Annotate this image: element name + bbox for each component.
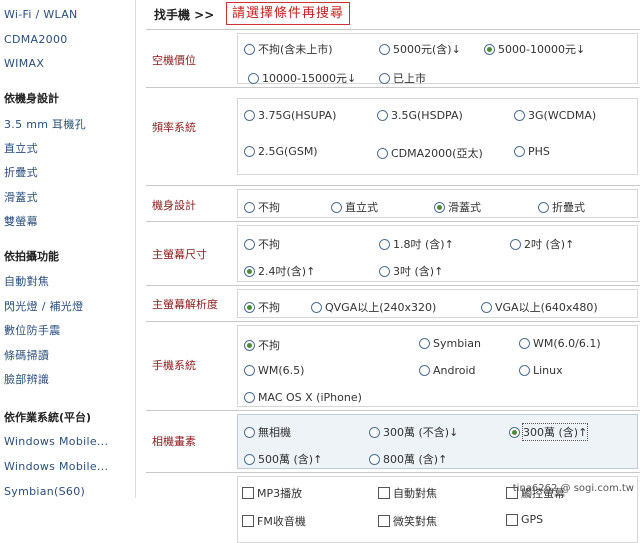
radio-os-symbian[interactable]: Symbian <box>419 337 481 350</box>
filter-options-screen-size: 不拘 1.8吋 (含)↑ 2吋 (含)↑ 2.4吋(含)↑ 3吋 (含)↑ <box>237 225 638 282</box>
radio-screen-1-8[interactable]: 1.8吋 (含)↑ <box>379 236 454 252</box>
filter-options-band: 3.75G(HSUPA) 3.5G(HSDPA) 3G(WCDMA) 2.5G(… <box>237 98 638 175</box>
radio-band-hsdpa[interactable]: 3.5G(HSDPA) <box>377 109 463 122</box>
sidebar-item-wimax[interactable]: WIMAX <box>4 57 44 70</box>
checkbox-gps[interactable]: GPS <box>506 513 543 526</box>
filter-row-camera: 相機畫素 無相機 300萬 (不含)↓ 300萬 (含)↑ 500萬 (含)↑ … <box>146 411 640 473</box>
sidebar-item-stabilizer[interactable]: 數位防手震 <box>4 322 61 338</box>
radio-band-cdma2000[interactable]: CDMA2000(亞太) <box>377 145 483 161</box>
filter-options-camera: 無相機 300萬 (不含)↓ 300萬 (含)↑ 500萬 (含)↑ 800萬 … <box>237 414 638 469</box>
radio-price-5000-10000[interactable]: 5000-10000元↓ <box>484 41 585 57</box>
checkbox-mp3[interactable]: MP3播放 <box>242 485 302 501</box>
filter-label-camera: 相機畫素 <box>152 435 196 448</box>
radio-design-slider[interactable]: 滑蓋式 <box>434 199 481 215</box>
radio-resolution-qvga[interactable]: QVGA以上(240x320) <box>311 299 436 315</box>
radio-os-linux[interactable]: Linux <box>519 364 563 377</box>
sidebar-item-autofocus[interactable]: 自動對焦 <box>4 273 49 289</box>
sidebar-item-cdma2000[interactable]: CDMA2000 <box>4 33 68 46</box>
sidebar-heading-design: 依機身設計 <box>4 92 59 105</box>
sidebar-item-face-detect[interactable]: 臉部辨識 <box>4 371 49 387</box>
filter-row-band: 頻率系統 3.75G(HSUPA) 3.5G(HSDPA) 3G(WCDMA) … <box>146 88 640 186</box>
search-notice: 請選擇條件再搜尋 <box>226 2 351 25</box>
radio-camera-5mp[interactable]: 500萬 (含)↑ <box>244 451 322 467</box>
watermark: tina6262 @ sogi.com.tw <box>512 483 634 494</box>
radio-os-macosx[interactable]: MAC OS X (iPhone) <box>244 391 362 404</box>
radio-os-wm65[interactable]: WM(6.5) <box>244 364 304 377</box>
filter-row-os: 手機系統 不拘 Symbian WM(6.0/6.1) WM(6.5) Andr… <box>146 322 640 411</box>
radio-design-any[interactable]: 不拘 <box>244 199 280 215</box>
radio-price-10000-15000[interactable]: 10000-15000元↓ <box>248 70 356 86</box>
sidebar-item-bar[interactable]: 直立式 <box>4 140 38 156</box>
filter-row-price: 空機價位 不拘(含未上市) 5000元(含)↓ 5000-10000元↓ 100… <box>146 30 640 88</box>
sidebar-item-windows-mobile-1[interactable]: Windows Mobile... <box>4 435 108 448</box>
checkbox-smile-focus[interactable]: 微笑對焦 <box>378 513 437 529</box>
checkbox-autofocus[interactable]: 自動對焦 <box>378 485 437 501</box>
sidebar-item-barcode[interactable]: 條碼掃讀 <box>4 347 49 363</box>
filter-row-features: MP3播放 自動對焦 觸控螢幕 FM收音機 微笑對焦 GPS <box>146 473 640 543</box>
filter-label-price: 空機價位 <box>152 54 196 67</box>
filter-panel: 空機價位 不拘(含未上市) 5000元(含)↓ 5000-10000元↓ 100… <box>146 29 640 543</box>
radio-band-phs[interactable]: PHS <box>514 145 550 158</box>
filter-label-screen-size: 主螢幕尺寸 <box>152 248 207 261</box>
radio-camera-under-3mp[interactable]: 300萬 (不含)↓ <box>369 424 458 440</box>
sidebar-heading-camera: 依拍攝功能 <box>4 250 59 263</box>
radio-os-any[interactable]: 不拘 <box>244 337 280 353</box>
sidebar-item-symbian[interactable]: Symbian(S60) <box>4 485 85 498</box>
radio-resolution-any[interactable]: 不拘 <box>244 299 280 315</box>
radio-design-bar[interactable]: 直立式 <box>331 199 378 215</box>
radio-price-under-5000[interactable]: 5000元(含)↓ <box>379 41 461 57</box>
checkbox-fm-radio[interactable]: FM收音機 <box>242 513 306 529</box>
sidebar-item-headphone-jack[interactable]: 3.5 mm 耳機孔 <box>4 116 86 132</box>
radio-band-hsupa[interactable]: 3.75G(HSUPA) <box>244 109 336 122</box>
radio-band-wcdma[interactable]: 3G(WCDMA) <box>514 109 596 122</box>
filter-label-band: 頻率系統 <box>152 121 196 134</box>
radio-os-wm61[interactable]: WM(6.0/6.1) <box>519 337 601 350</box>
radio-price-any[interactable]: 不拘(含未上市) <box>244 41 333 57</box>
radio-band-gsm[interactable]: 2.5G(GSM) <box>244 145 318 158</box>
filter-label-resolution: 主螢幕解析度 <box>152 298 218 311</box>
filter-label-os: 手機系統 <box>152 359 196 372</box>
sidebar-item-flip[interactable]: 折疊式 <box>4 164 38 180</box>
sidebar-item-slider[interactable]: 滑蓋式 <box>4 189 38 205</box>
radio-resolution-vga[interactable]: VGA以上(640x480) <box>481 299 598 315</box>
radio-camera-8mp[interactable]: 800萬 (含)↑ <box>369 451 447 467</box>
page-header: 找手機 >> 請選擇條件再搜尋 <box>146 0 640 30</box>
radio-os-android[interactable]: Android <box>419 364 476 377</box>
sidebar-item-dual-screen[interactable]: 雙螢幕 <box>4 213 38 229</box>
sidebar-item-wifi[interactable]: Wi-Fi / WLAN <box>4 8 78 21</box>
sidebar-item-flash[interactable]: 閃光燈 / 補光燈 <box>4 298 83 314</box>
sidebar: Wi-Fi / WLAN CDMA2000 WIMAX 依機身設計 3.5 mm… <box>0 0 136 498</box>
radio-screen-3[interactable]: 3吋 (含)↑ <box>379 263 443 279</box>
sidebar-item-windows-mobile-2[interactable]: Windows Mobile... <box>4 460 108 473</box>
filter-options-design: 不拘 直立式 滑蓋式 折疊式 <box>237 189 638 218</box>
filter-options-os: 不拘 Symbian WM(6.0/6.1) WM(6.5) Android L… <box>237 325 638 407</box>
radio-screen-2[interactable]: 2吋 (含)↑ <box>510 236 574 252</box>
filter-row-resolution: 主螢幕解析度 不拘 QVGA以上(240x320) VGA以上(640x480) <box>146 286 640 322</box>
breadcrumb-title: 找手機 >> <box>154 8 215 22</box>
radio-camera-none[interactable]: 無相機 <box>244 424 291 440</box>
filter-row-screen-size: 主螢幕尺寸 不拘 1.8吋 (含)↑ 2吋 (含)↑ 2.4吋(含)↑ 3吋 (… <box>146 222 640 286</box>
filter-options-price: 不拘(含未上市) 5000元(含)↓ 5000-10000元↓ 10000-15… <box>237 33 638 86</box>
sidebar-heading-os: 依作業系統(平台) <box>4 411 92 424</box>
filter-row-design: 機身設計 不拘 直立式 滑蓋式 折疊式 <box>146 186 640 222</box>
radio-camera-3mp[interactable]: 300萬 (含)↑ <box>509 423 589 441</box>
filter-label-design: 機身設計 <box>152 199 196 212</box>
radio-design-flip[interactable]: 折疊式 <box>538 199 585 215</box>
radio-screen-any[interactable]: 不拘 <box>244 236 280 252</box>
radio-screen-2-4[interactable]: 2.4吋(含)↑ <box>244 263 315 279</box>
filter-options-resolution: 不拘 QVGA以上(240x320) VGA以上(640x480) <box>237 289 638 318</box>
radio-price-released[interactable]: 已上市 <box>379 70 426 86</box>
